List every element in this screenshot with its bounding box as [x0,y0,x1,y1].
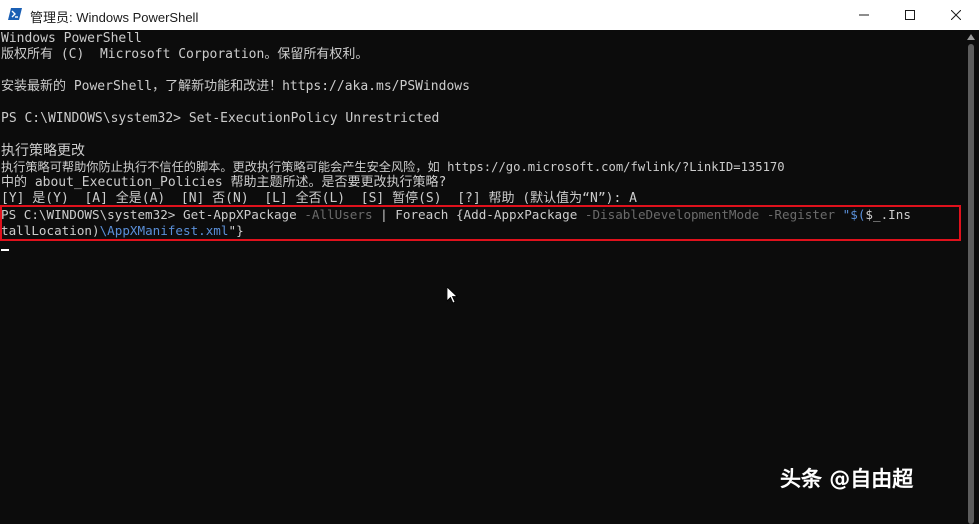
close-icon [951,10,961,20]
console-line: 版权所有 (C) Microsoft Corporation。保留所有权利。 [1,47,369,62]
close-button[interactable] [933,0,979,30]
console-line: PS C:\WINDOWS\system32> Set-ExecutionPol… [1,111,440,126]
watermark: 头条 @自由超 [780,467,914,491]
minimize-icon [859,14,869,16]
command-highlight-box [0,205,961,241]
minimize-button[interactable] [841,0,887,30]
powershell-icon [8,8,22,20]
scrollbar[interactable] [963,30,979,524]
console-output[interactable]: Windows PowerShell 版权所有 (C) Microsoft Co… [0,30,963,510]
scroll-up-arrow-icon[interactable] [967,34,975,40]
console-line: Windows PowerShell [1,31,142,46]
console-line: 中的 about_Execution_Policies 帮助主题所述。是否要更改… [1,175,447,190]
console-line: 执行策略可帮助你防止执行不信任的脚本。更改执行策略可能会产生安全风险，如 htt… [1,160,785,174]
maximize-icon [905,10,915,20]
scrollbar-thumb[interactable] [968,44,974,524]
console-line: 安装最新的 PowerShell，了解新功能和改进！https://aka.ms… [1,79,470,94]
text-cursor [1,249,9,251]
mouse-pointer-icon [447,287,459,304]
window-title: 管理员: Windows PowerShell [30,10,199,25]
maximize-button[interactable] [887,0,933,30]
title-bar[interactable]: 管理员: Windows PowerShell [0,0,979,30]
console-line: 执行策略更改 [1,143,85,159]
